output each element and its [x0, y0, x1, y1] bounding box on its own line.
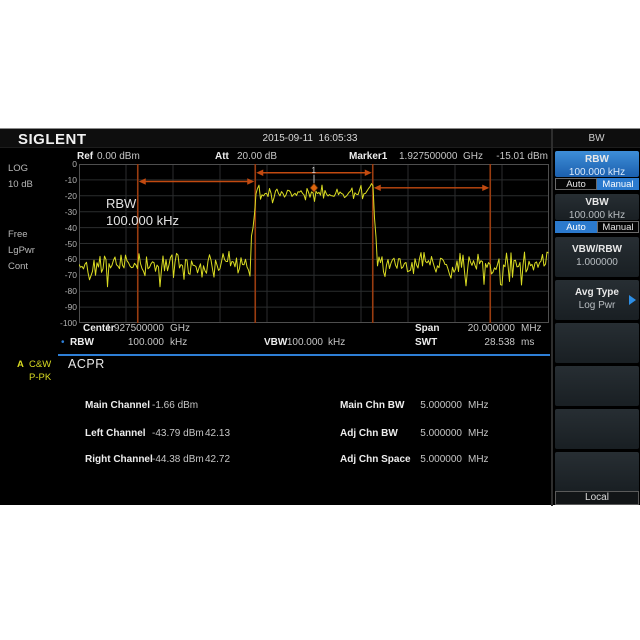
page: SIGLENT 2015-09-11 16:05:33 BW Ref 0.00 …	[0, 0, 640, 640]
y-tick-label: -20	[50, 191, 77, 201]
vbw-auto-option[interactable]: Auto	[555, 221, 597, 233]
blue-divider	[58, 354, 550, 356]
svg-text:1: 1	[312, 166, 317, 175]
acpr-main-label: Main Channel	[85, 400, 150, 411]
softkey-sidebar: RBW 100.000 kHz Auto Manual VBW 100.000 …	[555, 129, 639, 506]
rbw-label: RBW	[70, 337, 94, 348]
acpr-left-label: Left Channel	[85, 428, 146, 439]
detector-mode: P-PK	[29, 372, 51, 383]
y-tick-label: -80	[50, 286, 77, 296]
softkey-rbw[interactable]: RBW 100.000 kHz	[555, 151, 639, 177]
vbw-value: 100.000	[281, 337, 323, 348]
swt-value: 28.538	[428, 337, 515, 348]
trigger-label: Free	[8, 229, 28, 240]
rbw-manual-option[interactable]: Manual	[597, 178, 639, 190]
sweep-label: Cont	[8, 261, 28, 272]
rbw-overlay-label: RBW	[106, 195, 179, 212]
rbw-overlay-value: 100.000 kHz	[106, 212, 179, 229]
softkey-blank-3[interactable]	[555, 409, 639, 449]
ref-value: 0.00 dBm	[97, 151, 140, 162]
softkey-vbw[interactable]: VBW 100.000 kHz	[555, 194, 639, 220]
center-unit: GHz	[170, 323, 190, 334]
span-value: 20.000000	[428, 323, 515, 334]
y-tick-label: -60	[50, 254, 77, 264]
scale-type-label: LOG	[8, 163, 28, 174]
y-tick-label: -10	[50, 175, 77, 185]
marker-amplitude: -15.01 dBm	[468, 151, 548, 162]
softkey-blank-4[interactable]	[555, 452, 639, 492]
softkey-vbw-rbw[interactable]: VBW/RBW 1.000000	[555, 237, 639, 277]
vbw-softkey-title: VBW	[555, 197, 639, 208]
avg-label: LgPwr	[8, 245, 35, 256]
adj-chn-bw-value: 5.000000	[405, 428, 462, 439]
y-tick-label: -70	[50, 270, 77, 280]
y-tick-label: -90	[50, 302, 77, 312]
rbw-softkey-title: RBW	[555, 154, 639, 165]
trace-letter: A	[17, 359, 24, 370]
vbw-auto-manual-toggle: Auto Manual	[555, 221, 639, 233]
y-tick-label: -30	[50, 207, 77, 217]
att-value: 20.00 dB	[237, 151, 277, 162]
vbw-unit: kHz	[328, 337, 345, 348]
rbw-coupled-dot: •	[61, 337, 65, 348]
acpr-right-value: -44.38 dBm	[152, 454, 204, 465]
vbw-softkey-value: 100.000 kHz	[555, 210, 639, 221]
analyzer-screen: SIGLENT 2015-09-11 16:05:33 BW Ref 0.00 …	[0, 128, 640, 505]
rbw-auto-manual-toggle: Auto Manual	[555, 178, 639, 190]
local-button[interactable]: Local	[555, 491, 639, 505]
marker-label: Marker1	[349, 151, 387, 162]
rbw-unit: kHz	[170, 337, 187, 348]
submenu-arrow-icon	[629, 295, 636, 305]
top-bar: SIGLENT 2015-09-11 16:05:33 BW	[0, 129, 640, 148]
main-chn-bw-unit: MHz	[468, 400, 489, 411]
softkey-blank-2[interactable]	[555, 366, 639, 406]
main-chn-bw-value: 5.000000	[405, 400, 462, 411]
sidebar-separator	[551, 129, 553, 506]
att-label: Att	[215, 151, 229, 162]
rbw-value: 100.000	[94, 337, 164, 348]
adj-chn-space-label: Adj Chn Space	[340, 454, 411, 465]
scale-div-label: 10 dB	[8, 179, 33, 190]
center-value: 1.927500000	[94, 323, 164, 334]
adj-chn-bw-label: Adj Chn BW	[340, 428, 398, 439]
spectrum-trace-canvas: 1	[79, 164, 549, 323]
adj-chn-space-value: 5.000000	[405, 454, 462, 465]
acpr-title: ACPR	[68, 357, 105, 371]
swt-unit: ms	[521, 337, 534, 348]
brand-logo: SIGLENT	[18, 131, 87, 148]
y-tick-label: -50	[50, 239, 77, 249]
datetime: 2015-09-11 16:05:33	[230, 133, 390, 144]
avg-type-title: Avg Type	[555, 287, 639, 298]
acpr-left-ratio: 42.13	[205, 428, 230, 439]
span-unit: MHz	[521, 323, 542, 334]
spectrum-plot[interactable]: 1 RBW 100.000 kHz	[79, 164, 549, 323]
acpr-left-value: -43.79 dBm	[152, 428, 204, 439]
acpr-main-value: -1.66 dBm	[152, 400, 198, 411]
y-tick-label: -100	[50, 318, 77, 328]
softkey-avg-type[interactable]: Avg Type Log Pwr	[555, 280, 639, 320]
adj-chn-bw-unit: MHz	[468, 428, 489, 439]
vbw-manual-option[interactable]: Manual	[597, 221, 639, 233]
vbw-rbw-value: 1.000000	[555, 257, 639, 268]
softkey-blank-1[interactable]	[555, 323, 639, 363]
ref-label: Ref	[77, 151, 93, 162]
vbw-rbw-title: VBW/RBW	[555, 244, 639, 255]
y-tick-label: -40	[50, 223, 77, 233]
rbw-overlay: RBW 100.000 kHz	[106, 195, 179, 229]
acpr-right-ratio: 42.72	[205, 454, 230, 465]
rbw-auto-option[interactable]: Auto	[555, 178, 597, 190]
y-tick-label: 0	[50, 159, 77, 169]
avg-type-value: Log Pwr	[555, 300, 639, 311]
adj-chn-space-unit: MHz	[468, 454, 489, 465]
main-chn-bw-label: Main Chn BW	[340, 400, 404, 411]
trace-mode: C&W	[29, 359, 51, 370]
acpr-right-label: Right Channel	[85, 454, 153, 465]
rbw-softkey-value: 100.000 kHz	[555, 167, 639, 178]
